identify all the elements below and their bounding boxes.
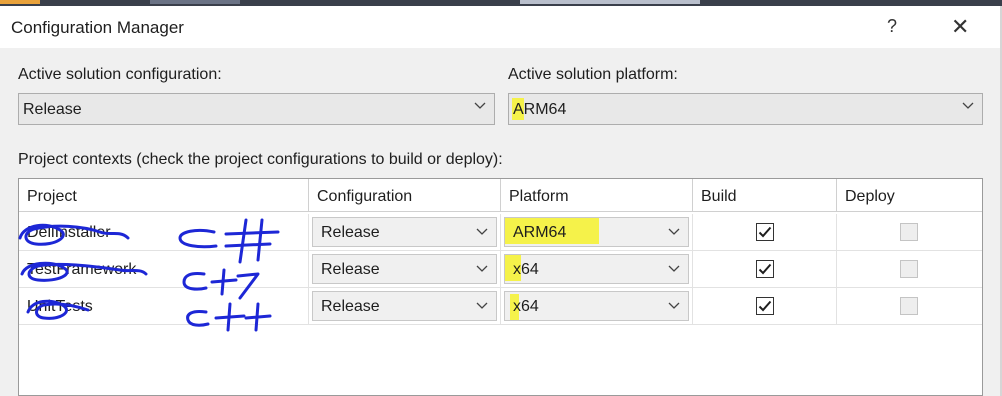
table-row: TestFramework Release x64 bbox=[19, 251, 982, 288]
chevron-down-icon bbox=[474, 102, 486, 109]
chevron-down-icon bbox=[668, 228, 680, 235]
configuration-dropdown[interactable]: Release bbox=[312, 254, 497, 284]
platform-dropdown[interactable]: x64 bbox=[504, 291, 689, 321]
column-header-configuration[interactable]: Configuration bbox=[309, 179, 501, 212]
dialog-title: Configuration Manager bbox=[11, 18, 184, 37]
active-config-label: Active solution configuration: bbox=[18, 66, 222, 83]
chevron-down-icon bbox=[476, 228, 488, 235]
chevron-down-icon bbox=[962, 102, 974, 109]
checkmark-icon bbox=[758, 263, 772, 275]
help-icon[interactable]: ? bbox=[887, 16, 897, 37]
title-bar: Configuration Manager ? ✕ bbox=[0, 6, 1000, 48]
project-contexts-label: Project contexts (check the project conf… bbox=[18, 151, 503, 168]
deploy-checkbox bbox=[900, 260, 918, 278]
project-contexts-grid: Project Configuration Platform Build Dep… bbox=[18, 178, 983, 396]
configuration-dropdown[interactable]: Release bbox=[312, 291, 497, 321]
active-config-value: Release bbox=[23, 101, 82, 118]
platform-value: x64 bbox=[513, 261, 539, 278]
build-checkbox[interactable] bbox=[756, 223, 774, 241]
platform-dropdown[interactable]: ARM64 bbox=[504, 217, 689, 247]
configuration-dropdown[interactable]: Release bbox=[312, 217, 497, 247]
column-header-project[interactable]: Project bbox=[19, 179, 309, 212]
configuration-manager-dialog: Configuration Manager ? ✕ Active solutio… bbox=[0, 6, 1002, 396]
active-config-dropdown[interactable]: Release bbox=[18, 93, 495, 125]
active-platform-dropdown[interactable]: ARM64 bbox=[508, 93, 983, 125]
close-icon[interactable]: ✕ bbox=[951, 14, 969, 40]
chevron-down-icon bbox=[668, 302, 680, 309]
column-header-build[interactable]: Build bbox=[693, 179, 837, 212]
platform-value: x64 bbox=[513, 298, 539, 315]
chevron-down-icon bbox=[476, 265, 488, 272]
active-platform-label: Active solution platform: bbox=[508, 66, 678, 83]
platform-value: ARM64 bbox=[513, 224, 567, 241]
column-header-platform[interactable]: Platform bbox=[501, 179, 693, 212]
checkmark-icon bbox=[758, 300, 772, 312]
configuration-value: Release bbox=[321, 298, 380, 315]
platform-dropdown[interactable]: x64 bbox=[504, 254, 689, 284]
configuration-value: Release bbox=[321, 261, 380, 278]
project-name: DellInstaller bbox=[27, 224, 111, 241]
project-name: UnitTests bbox=[27, 298, 93, 315]
table-row: UnitTests Release x64 bbox=[19, 288, 982, 325]
configuration-value: Release bbox=[321, 224, 380, 241]
deploy-checkbox bbox=[900, 297, 918, 315]
build-checkbox[interactable] bbox=[756, 260, 774, 278]
deploy-checkbox bbox=[900, 223, 918, 241]
active-platform-value: ARM64 bbox=[513, 101, 567, 118]
table-row: DellInstaller Release ARM64 bbox=[19, 214, 982, 251]
column-header-deploy[interactable]: Deploy bbox=[837, 179, 982, 212]
project-name: TestFramework bbox=[27, 261, 137, 278]
chevron-down-icon bbox=[476, 302, 488, 309]
build-checkbox[interactable] bbox=[756, 297, 774, 315]
checkmark-icon bbox=[758, 226, 772, 238]
chevron-down-icon bbox=[668, 265, 680, 272]
